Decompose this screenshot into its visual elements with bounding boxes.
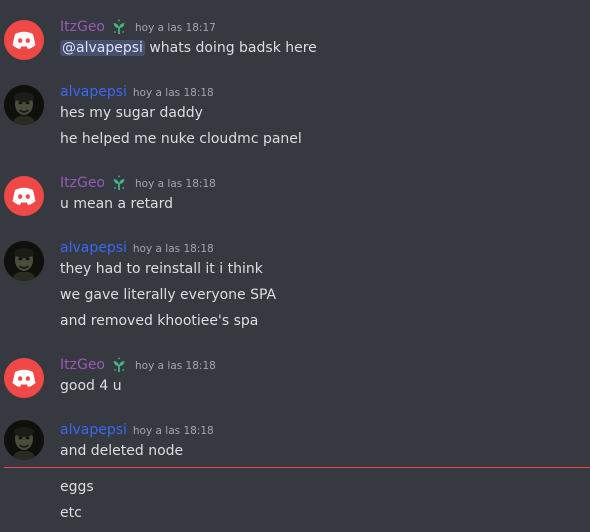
avatar[interactable] <box>4 85 44 125</box>
message-header: ItzGeo hoy a las 18:17 <box>60 17 216 37</box>
discord-logo-icon <box>12 369 36 387</box>
profile-picture <box>4 420 44 460</box>
message-text[interactable]: and deleted node <box>60 441 183 461</box>
username[interactable]: alvapepsi <box>60 239 127 257</box>
profile-picture <box>4 85 44 125</box>
username[interactable]: ItzGeo <box>60 18 105 36</box>
profile-picture <box>4 241 44 281</box>
message-text[interactable]: he helped me nuke cloudmc panel <box>60 129 302 149</box>
avatar[interactable] <box>4 241 44 281</box>
chat-message-list: ItzGeo hoy a las 18:17 @alvapepsi whats … <box>0 0 590 532</box>
message-text[interactable]: hes my sugar daddy <box>60 103 203 123</box>
message-text[interactable]: we gave literally everyone SPA <box>60 285 276 305</box>
message-header: alvapepsi hoy a las 18:18 <box>60 82 214 102</box>
username[interactable]: ItzGeo <box>60 174 105 192</box>
message-text[interactable]: u mean a retard <box>60 194 173 214</box>
avatar[interactable] <box>4 176 44 216</box>
timestamp[interactable]: hoy a las 18:18 <box>133 240 214 258</box>
new-messages-divider <box>4 467 590 468</box>
user-mention[interactable]: @alvapepsi <box>60 40 145 56</box>
timestamp[interactable]: hoy a las 18:18 <box>133 84 214 102</box>
message-text[interactable]: they had to reinstall it i think <box>60 259 263 279</box>
sprout-icon <box>110 18 128 36</box>
message-text[interactable]: eggs <box>60 477 94 497</box>
message-text[interactable]: and removed khootiee's spa <box>60 311 258 331</box>
message-header: alvapepsi hoy a las 18:18 <box>60 238 214 258</box>
avatar[interactable] <box>4 358 44 398</box>
message-text[interactable]: etc <box>60 503 82 523</box>
timestamp[interactable]: hoy a las 18:17 <box>135 19 216 37</box>
avatar[interactable] <box>4 420 44 460</box>
message-header: ItzGeo hoy a las 18:18 <box>60 173 216 193</box>
discord-logo-icon <box>12 187 36 205</box>
username[interactable]: ItzGeo <box>60 356 105 374</box>
message-text[interactable]: good 4 u <box>60 376 122 396</box>
timestamp[interactable]: hoy a las 18:18 <box>133 422 214 440</box>
username[interactable]: alvapepsi <box>60 421 127 439</box>
discord-logo-icon <box>12 31 36 49</box>
message-text[interactable]: @alvapepsi whats doing badsk here <box>60 38 317 58</box>
timestamp[interactable]: hoy a las 18:18 <box>135 175 216 193</box>
message-header: ItzGeo hoy a las 18:18 <box>60 355 216 375</box>
sprout-icon <box>110 174 128 192</box>
timestamp[interactable]: hoy a las 18:18 <box>135 357 216 375</box>
sprout-icon <box>110 356 128 374</box>
message-header: alvapepsi hoy a las 18:18 <box>60 420 214 440</box>
avatar[interactable] <box>4 20 44 60</box>
message-text-content: whats doing badsk here <box>144 40 317 56</box>
username[interactable]: alvapepsi <box>60 83 127 101</box>
